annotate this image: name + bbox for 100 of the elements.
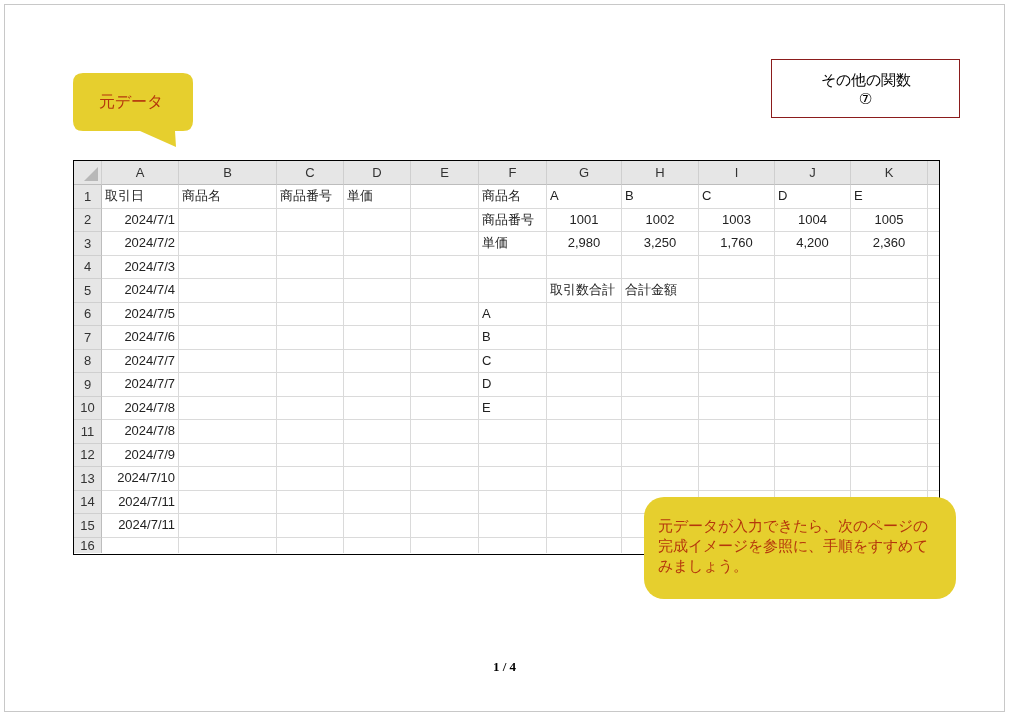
column-header: C	[277, 161, 344, 185]
table-cell: 2024/7/1	[102, 208, 179, 232]
table-cell	[411, 326, 479, 350]
row-header: 3	[74, 232, 102, 256]
column-header: H	[622, 161, 699, 185]
table-cell: B	[622, 185, 699, 209]
table-cell: 単価	[479, 232, 547, 256]
table-cell	[479, 514, 547, 538]
table-cell	[411, 396, 479, 420]
table-cell	[277, 490, 344, 514]
table-cell	[411, 443, 479, 467]
table-cell	[411, 420, 479, 444]
table-cell: E	[479, 396, 547, 420]
table-cell: 3,250	[622, 232, 699, 256]
row-header: 11	[74, 420, 102, 444]
table-cell: 2024/7/8	[102, 396, 179, 420]
table-cell	[411, 490, 479, 514]
column-header: K	[851, 161, 928, 185]
table-cell: 2024/7/2	[102, 232, 179, 256]
table-cell	[411, 302, 479, 326]
table-cell	[277, 279, 344, 303]
table-cell: 4,200	[775, 232, 851, 256]
table-cell: 2024/7/11	[102, 514, 179, 538]
table-cell	[411, 208, 479, 232]
column-header: A	[102, 161, 179, 185]
table-cell	[277, 326, 344, 350]
table-cell	[411, 279, 479, 303]
table-cell: 2024/7/10	[102, 467, 179, 491]
table-cell: 商品名	[479, 185, 547, 209]
row-header: 10	[74, 396, 102, 420]
table-cell: 商品名	[179, 185, 277, 209]
table-cell	[344, 396, 411, 420]
table-cell: 2024/7/11	[102, 490, 179, 514]
table-cell	[411, 467, 479, 491]
table-cell: 取引日	[102, 185, 179, 209]
table-cell: 1,760	[699, 232, 775, 256]
table-cell: B	[479, 326, 547, 350]
table-cell	[277, 467, 344, 491]
table-cell	[411, 255, 479, 279]
table-cell: 2024/7/9	[102, 443, 179, 467]
row-header: 9	[74, 373, 102, 397]
table-cell	[479, 279, 547, 303]
table-cell	[344, 443, 411, 467]
select-all-triangle-icon[interactable]	[84, 167, 98, 181]
table-cell	[277, 208, 344, 232]
row-header: 4	[74, 255, 102, 279]
table-cell	[277, 420, 344, 444]
table-cell	[344, 326, 411, 350]
column-header: J	[775, 161, 851, 185]
table-cell: 単価	[344, 185, 411, 209]
row-header: 12	[74, 443, 102, 467]
table-cell	[344, 467, 411, 491]
table-cell	[479, 490, 547, 514]
table-cell: D	[775, 185, 851, 209]
table-cell: C	[699, 185, 775, 209]
table-cell	[344, 232, 411, 256]
table-cell	[479, 420, 547, 444]
table-cell: 2024/7/7	[102, 373, 179, 397]
table-cell: 2024/7/3	[102, 255, 179, 279]
table-cell	[277, 349, 344, 373]
table-cell: A	[479, 302, 547, 326]
table-cell: 2,980	[547, 232, 622, 256]
table-cell: 1001	[547, 208, 622, 232]
table-cell: 2024/7/7	[102, 349, 179, 373]
row-header: 7	[74, 326, 102, 350]
row-header: 1	[74, 185, 102, 209]
table-cell	[344, 490, 411, 514]
table-cell	[277, 232, 344, 256]
row-header: 2	[74, 208, 102, 232]
table-cell	[344, 208, 411, 232]
table-cell	[277, 443, 344, 467]
table-cell	[277, 302, 344, 326]
callout-note: 元データが入力できたら、次のページの完成イメージを参照に、手順をすすめてみましょう。	[644, 497, 956, 599]
column-header: E	[411, 161, 479, 185]
column-header: I	[699, 161, 775, 185]
table-cell	[411, 373, 479, 397]
column-header: B	[179, 161, 277, 185]
table-cell	[411, 232, 479, 256]
table-cell	[277, 373, 344, 397]
table-cell: 2024/7/5	[102, 302, 179, 326]
column-header: G	[547, 161, 622, 185]
table-cell: E	[851, 185, 928, 209]
table-cell: 2024/7/8	[102, 420, 179, 444]
row-header: 6	[74, 302, 102, 326]
table-cell	[277, 396, 344, 420]
table-cell	[411, 349, 479, 373]
table-cell: 商品番号	[479, 208, 547, 232]
column-header: D	[344, 161, 411, 185]
table-cell: 1004	[775, 208, 851, 232]
table-cell	[344, 373, 411, 397]
table-cell: D	[479, 373, 547, 397]
table-cell	[344, 349, 411, 373]
table-cell	[411, 514, 479, 538]
page-number: 1 / 4	[492, 659, 517, 675]
row-header: 8	[74, 349, 102, 373]
table-cell	[344, 420, 411, 444]
table-cell	[411, 185, 479, 209]
table-cell: 1003	[699, 208, 775, 232]
row-header: 14	[74, 490, 102, 514]
table-cell: 合計金額	[622, 279, 699, 303]
